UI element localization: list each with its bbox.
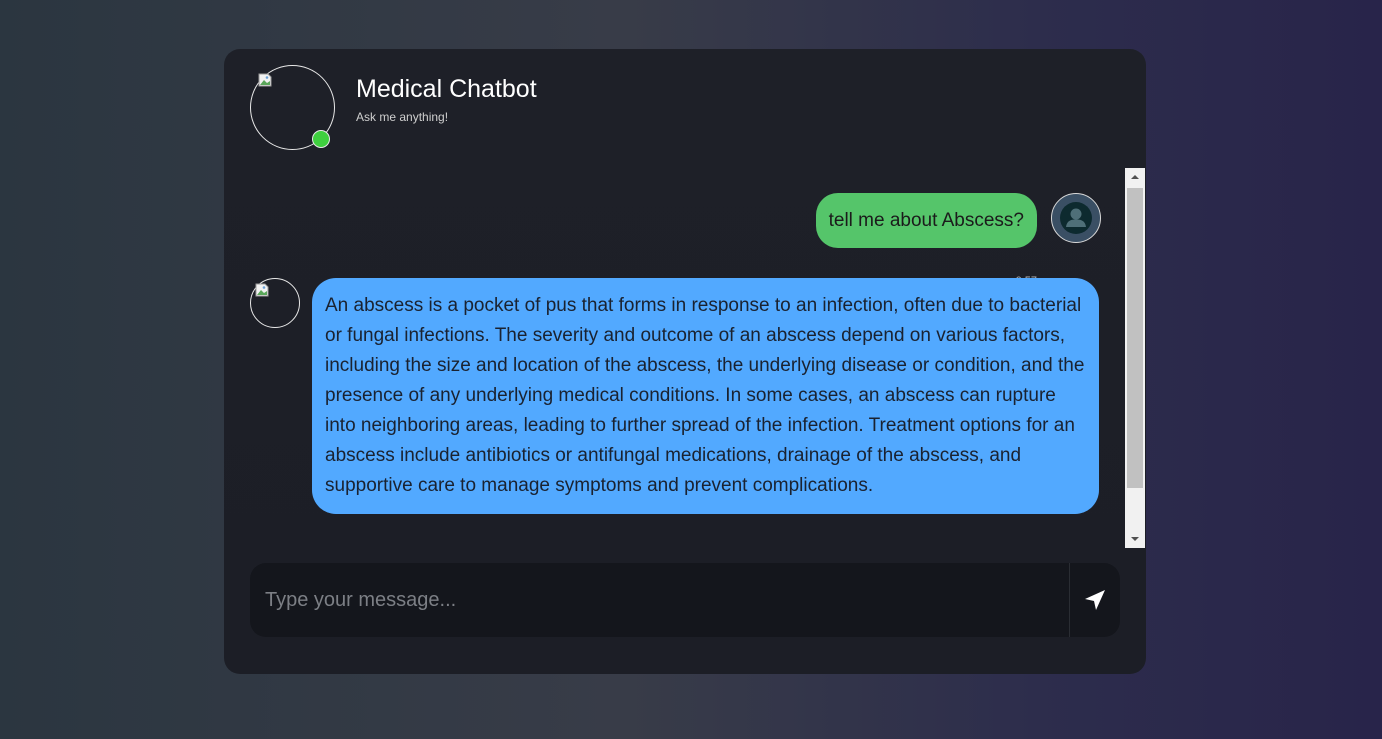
- bot-avatar: [250, 65, 335, 150]
- user-message-bubble: tell me about Abscess?: [815, 193, 1037, 248]
- chat-header: Medical Chatbot Ask me anything!: [250, 65, 850, 155]
- scrollbar-thumb[interactable]: [1127, 188, 1143, 488]
- message-scrollbar[interactable]: [1125, 168, 1145, 548]
- message-input[interactable]: [250, 563, 1070, 637]
- online-status-dot: [312, 130, 330, 148]
- user-icon: [1060, 202, 1092, 234]
- page-title: Medical Chatbot: [356, 75, 537, 103]
- bot-message-bubble: An abscess is a pocket of pus that forms…: [312, 278, 1099, 514]
- user-avatar: [1051, 193, 1101, 243]
- broken-image-icon: [255, 283, 269, 297]
- message-composer: [250, 563, 1120, 637]
- broken-image-icon: [258, 73, 272, 87]
- chat-window: Medical Chatbot Ask me anything! tell me…: [224, 49, 1146, 674]
- scroll-up-arrow-icon[interactable]: [1125, 168, 1145, 186]
- scroll-down-arrow-icon[interactable]: [1125, 530, 1145, 548]
- bot-message-avatar: [250, 278, 300, 328]
- send-icon: [1085, 590, 1105, 610]
- page-subtitle: Ask me anything!: [356, 110, 449, 124]
- message-list[interactable]: tell me about Abscess? 0:57 An abscess i…: [250, 168, 1146, 548]
- send-button[interactable]: [1070, 563, 1120, 637]
